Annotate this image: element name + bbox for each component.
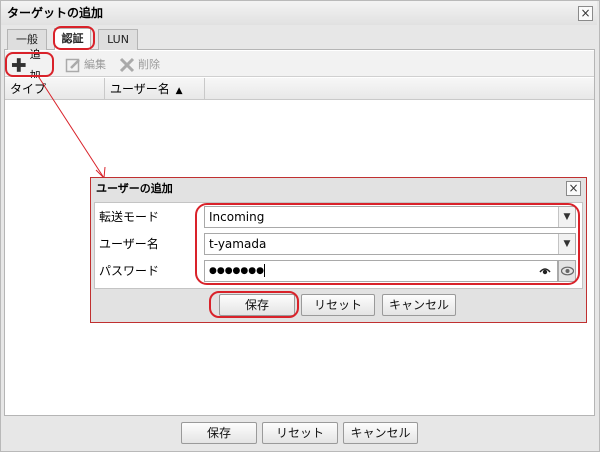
reset-button[interactable]: リセット [262, 422, 338, 444]
user-reset-button[interactable]: リセット [301, 294, 375, 316]
save-button[interactable]: 保存 [181, 422, 257, 444]
add-user-close-button[interactable]: × [566, 181, 581, 196]
save-button-highlight [209, 291, 299, 318]
close-icon: × [568, 181, 579, 195]
cancel-button[interactable]: キャンセル [343, 422, 418, 444]
user-cancel-button[interactable]: キャンセル [382, 294, 456, 316]
form-fields-highlight [195, 203, 580, 285]
add-user-dialog-title: ユーザーの追加 [96, 182, 173, 195]
transfer-mode-label: 転送モード [99, 210, 160, 224]
username-label: ユーザー名 [99, 237, 159, 251]
password-label: パスワード [99, 264, 160, 278]
